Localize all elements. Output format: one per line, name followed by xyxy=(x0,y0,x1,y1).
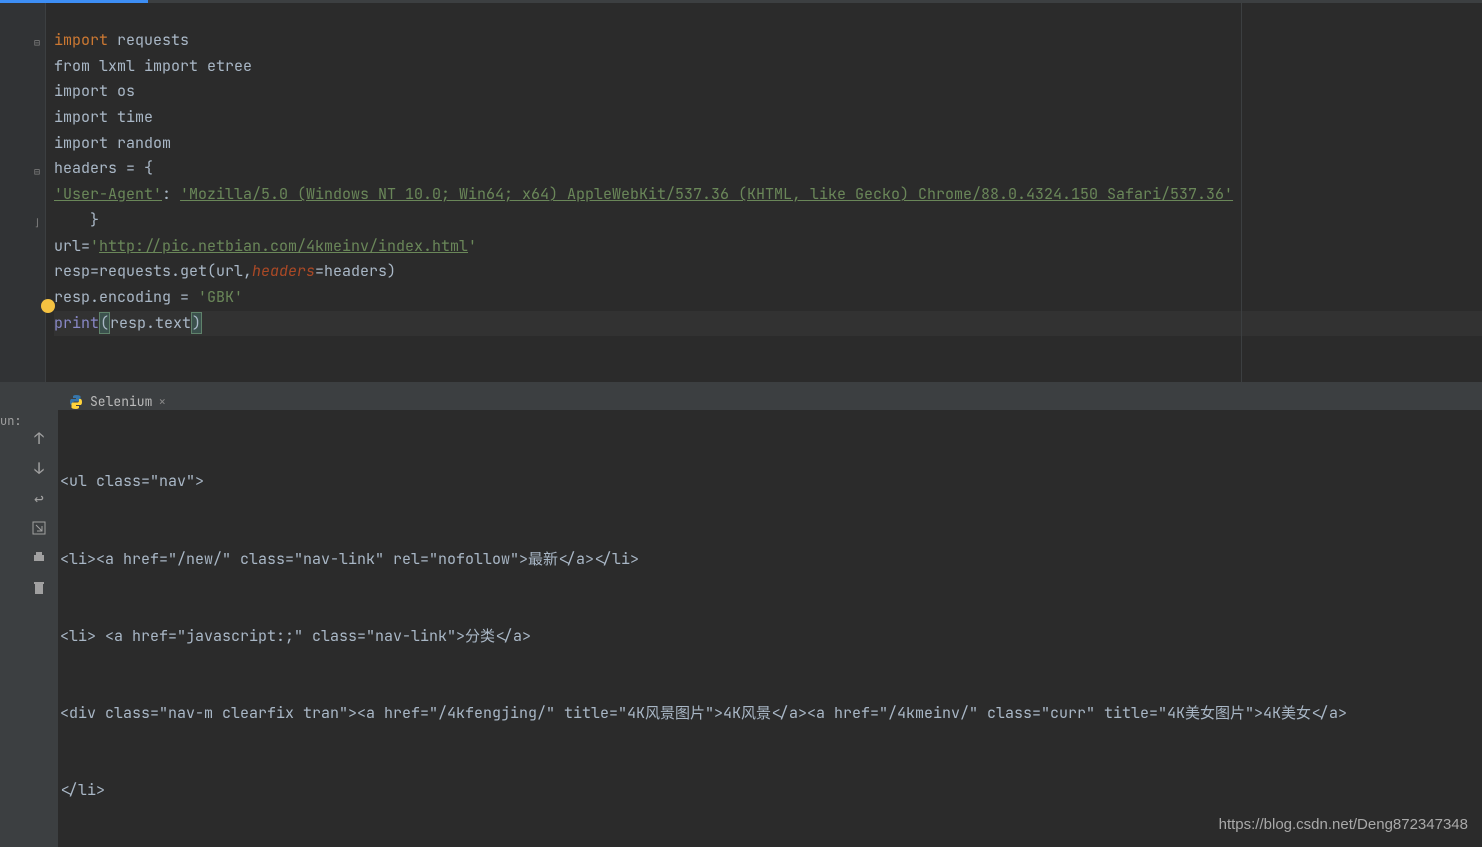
console-line: <div class="nav-m clearfix tran"><a href… xyxy=(60,701,1482,727)
code-line[interactable]: import requests xyxy=(54,28,1482,54)
code-editor: ⊟ ⊟ ⌋ import requests from lxml import e… xyxy=(0,3,1482,383)
console-line: </li> xyxy=(60,778,1482,804)
code-line[interactable]: import os xyxy=(54,79,1482,105)
code-line[interactable]: resp=requests.get(url,headers=headers) xyxy=(54,259,1482,285)
code-line[interactable]: import random xyxy=(54,131,1482,157)
soft-wrap-icon[interactable]: ↩ xyxy=(29,488,49,508)
code-line[interactable]: headers = { xyxy=(54,156,1482,182)
print-icon[interactable] xyxy=(29,548,49,568)
editor-right-margin xyxy=(1241,3,1242,382)
code-line[interactable]: } xyxy=(54,208,1482,234)
watermark-text: https://blog.csdn.net/Deng872347348 xyxy=(1219,816,1468,833)
run-tab-name[interactable]: Selenium xyxy=(90,393,152,410)
run-tab-bar: Selenium × xyxy=(58,393,1482,410)
fold-end-icon: ⌋ xyxy=(31,217,43,229)
code-line[interactable]: url='http://pic.netbian.com/4kmeinv/inde… xyxy=(54,234,1482,260)
scroll-to-end-icon[interactable] xyxy=(29,518,49,538)
scroll-up-icon[interactable]: ↑ xyxy=(29,428,49,448)
scroll-down-icon[interactable]: ↓ xyxy=(29,458,49,478)
code-line-active[interactable]: print(resp.text) xyxy=(54,311,1482,337)
editor-gutter[interactable]: ⊟ ⊟ ⌋ xyxy=(0,3,46,382)
run-label: un: xyxy=(0,393,20,847)
trash-icon[interactable] xyxy=(29,578,49,598)
fold-marker-icon[interactable]: ⊟ xyxy=(31,166,43,178)
fold-marker-icon[interactable]: ⊟ xyxy=(31,37,43,49)
console-line: <ul class="nav"> xyxy=(60,469,1482,495)
run-toolbar: ↑ ↓ ↩ xyxy=(20,393,58,847)
editor-content[interactable]: import requests from lxml import etree i… xyxy=(46,3,1482,382)
console-line: <li> <a href="javascript:;" class="nav-l… xyxy=(60,624,1482,650)
console-output[interactable]: <ul class="nav"> <li><a href="/new/" cla… xyxy=(58,410,1482,847)
code-line[interactable]: from lxml import etree xyxy=(54,54,1482,80)
code-line[interactable]: 'User-Agent': 'Mozilla/5.0 (Windows NT 1… xyxy=(54,182,1482,208)
code-line[interactable]: import time xyxy=(54,105,1482,131)
code-line[interactable]: resp.encoding = 'GBK' xyxy=(54,285,1482,311)
console-line: <li><a href="/new/" class="nav-link" rel… xyxy=(60,547,1482,573)
python-icon xyxy=(68,394,84,410)
panel-splitter[interactable] xyxy=(0,383,1482,393)
run-tool-window: un: ↑ ↓ ↩ Selenium × <ul class="nav"> <l… xyxy=(0,393,1482,847)
close-tab-icon[interactable]: × xyxy=(158,393,166,410)
